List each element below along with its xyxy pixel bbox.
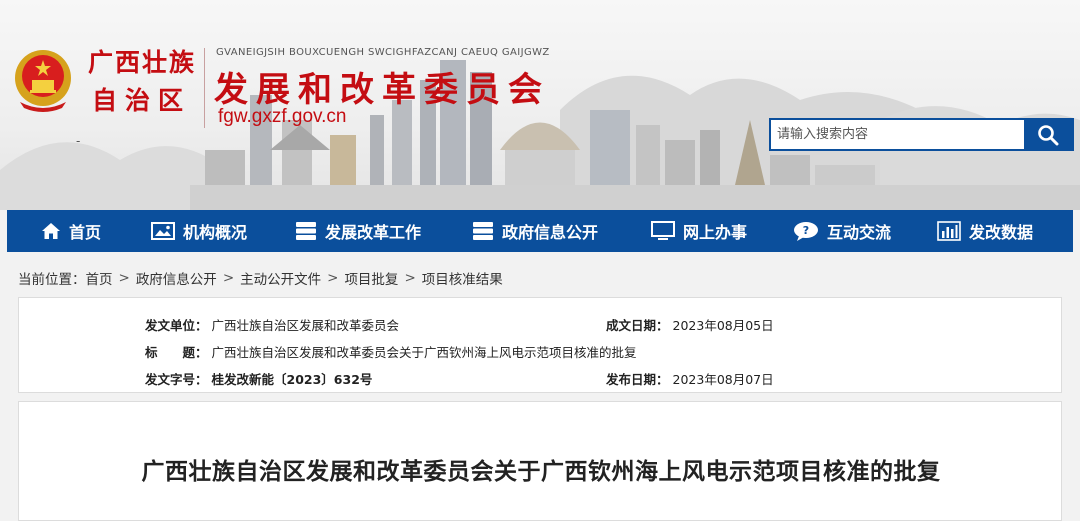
meta-published-value: 2023年08月07日 xyxy=(672,372,774,387)
search-input[interactable] xyxy=(771,120,1033,149)
bar-chart-icon xyxy=(937,221,961,241)
breadcrumb-separator: > xyxy=(404,270,416,286)
zhuang-language-name: GVANEIGJSIH BOUXCUENGH SWCIGHFAZCANJ CAE… xyxy=(216,47,550,58)
region-name: 广西壮族 自治区 xyxy=(88,44,196,120)
home-icon xyxy=(42,223,60,239)
nav-item-label: 互动交流 xyxy=(827,223,892,242)
breadcrumb: 当前位置： 首页 > 政府信息公开 > 主动公开文件 > 项目批复 > 项目核准… xyxy=(18,268,503,288)
nav-item-label: 政府信息公开 xyxy=(502,223,599,242)
breadcrumb-separator: > xyxy=(222,270,235,286)
nav-item-label: 首页 xyxy=(69,223,102,242)
site-header: 广西壮族 自治区 - GVANEIGJSIH BOUXCUENGH SWCIGH… xyxy=(0,0,1080,210)
image-icon xyxy=(151,222,175,240)
article-title: 广西壮族自治区发展和改革委员会关于广西钦州海上风电示范项目核准的批复 xyxy=(141,459,941,485)
nav-item-data[interactable]: 发改数据 xyxy=(937,210,1033,252)
breadcrumb-gov-info[interactable]: 政府信息公开 xyxy=(136,268,217,288)
national-emblem-icon xyxy=(15,50,71,112)
main-nav: 首页 机构概况 发展改革工作 政府信息公开 网上办事 ? 互动交流 发改数据 xyxy=(7,210,1073,252)
nav-item-label: 发展改革工作 xyxy=(325,223,422,242)
search-button[interactable] xyxy=(1024,120,1072,149)
meta-issuer-label: 发文单位： xyxy=(145,318,208,333)
nav-item-label: 网上办事 xyxy=(683,223,748,242)
monitor-icon xyxy=(651,221,675,240)
region-name-line2: 自治区 xyxy=(92,86,192,115)
nav-item-online-services[interactable]: 网上办事 xyxy=(651,210,747,252)
nav-item-label: 机构概况 xyxy=(183,223,248,242)
meta-docno-label: 发文字号： xyxy=(145,372,208,387)
org-title: 发展和改革委员会 xyxy=(214,70,550,110)
meta-title-label: 标 题： xyxy=(145,345,208,360)
nav-item-reform-work[interactable]: 发展改革工作 xyxy=(295,210,421,252)
meta-title: 标 题： 广西壮族自治区发展和改革委员会关于广西钦州海上风电示范项目核准的批复 xyxy=(145,342,637,361)
region-name-line1: 广西壮族 xyxy=(88,48,197,77)
breadcrumb-prefix: 当前位置： xyxy=(18,272,86,288)
search-box xyxy=(769,118,1074,151)
breadcrumb-approval-results[interactable]: 项目核准结果 xyxy=(422,268,503,288)
header-divider xyxy=(204,48,205,128)
meta-issuer-value: 广西壮族自治区发展和改革委员会 xyxy=(211,318,400,333)
meta-issuer: 发文单位： 广西壮族自治区发展和改革委员会 xyxy=(145,315,399,334)
meta-docno-value: 桂发改新能〔2023〕632号 xyxy=(211,372,373,387)
site-domain[interactable]: fgw.gxzf.gov.cn xyxy=(218,106,347,128)
nav-item-home[interactable]: 首页 xyxy=(41,210,101,252)
nav-item-about[interactable]: 机构概况 xyxy=(151,210,247,252)
search-icon xyxy=(1038,124,1059,145)
breadcrumb-home[interactable]: 首页 xyxy=(86,268,113,288)
document-meta: 发文单位： 广西壮族自治区发展和改革委员会 成文日期： 2023年08月05日 标 … xyxy=(18,297,1062,393)
svg-text:?: ? xyxy=(803,224,809,237)
meta-created-label: 成文日期： xyxy=(606,318,669,333)
meta-doc-number: 发文字号： 桂发改新能〔2023〕632号 xyxy=(145,369,372,388)
meta-created-value: 2023年08月05日 xyxy=(672,318,774,333)
nav-item-label: 发改数据 xyxy=(969,223,1034,242)
server-icon xyxy=(296,222,316,240)
server-icon xyxy=(473,222,493,240)
header-dash: - xyxy=(76,134,81,148)
meta-published-date: 发布日期： 2023年08月07日 xyxy=(606,369,774,388)
breadcrumb-separator: > xyxy=(118,270,130,286)
breadcrumb-project-approval[interactable]: 项目批复 xyxy=(344,268,398,288)
breadcrumb-active-files[interactable]: 主动公开文件 xyxy=(240,268,321,288)
article-body: 广西壮族自治区发展和改革委员会关于广西钦州海上风电示范项目核准的批复 xyxy=(18,401,1062,521)
nav-item-interaction[interactable]: ? 互动交流 xyxy=(793,210,891,252)
meta-title-value: 广西壮族自治区发展和改革委员会关于广西钦州海上风电示范项目核准的批复 xyxy=(211,345,637,360)
chat-icon: ? xyxy=(794,222,818,241)
meta-published-label: 发布日期： xyxy=(606,372,669,387)
breadcrumb-separator: > xyxy=(327,270,339,286)
meta-created-date: 成文日期： 2023年08月05日 xyxy=(606,315,774,334)
nav-item-gov-info[interactable]: 政府信息公开 xyxy=(472,210,598,252)
